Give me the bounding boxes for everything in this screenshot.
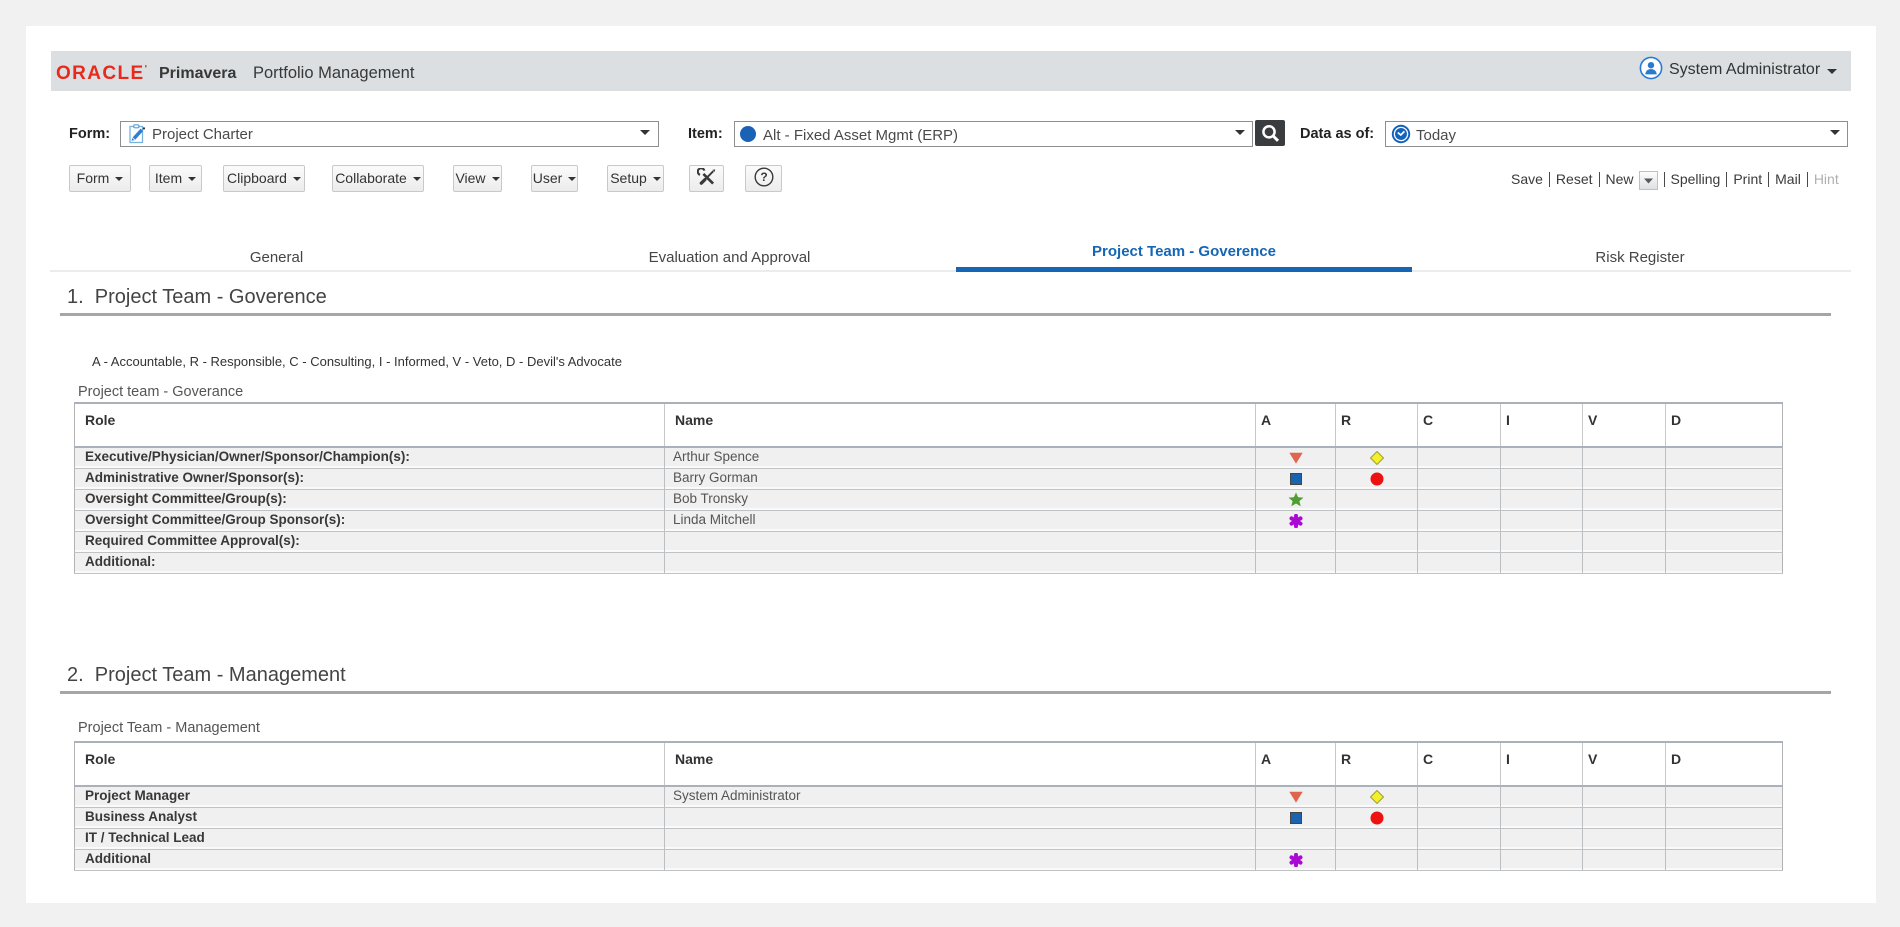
svg-text:?: ? [760,170,767,184]
